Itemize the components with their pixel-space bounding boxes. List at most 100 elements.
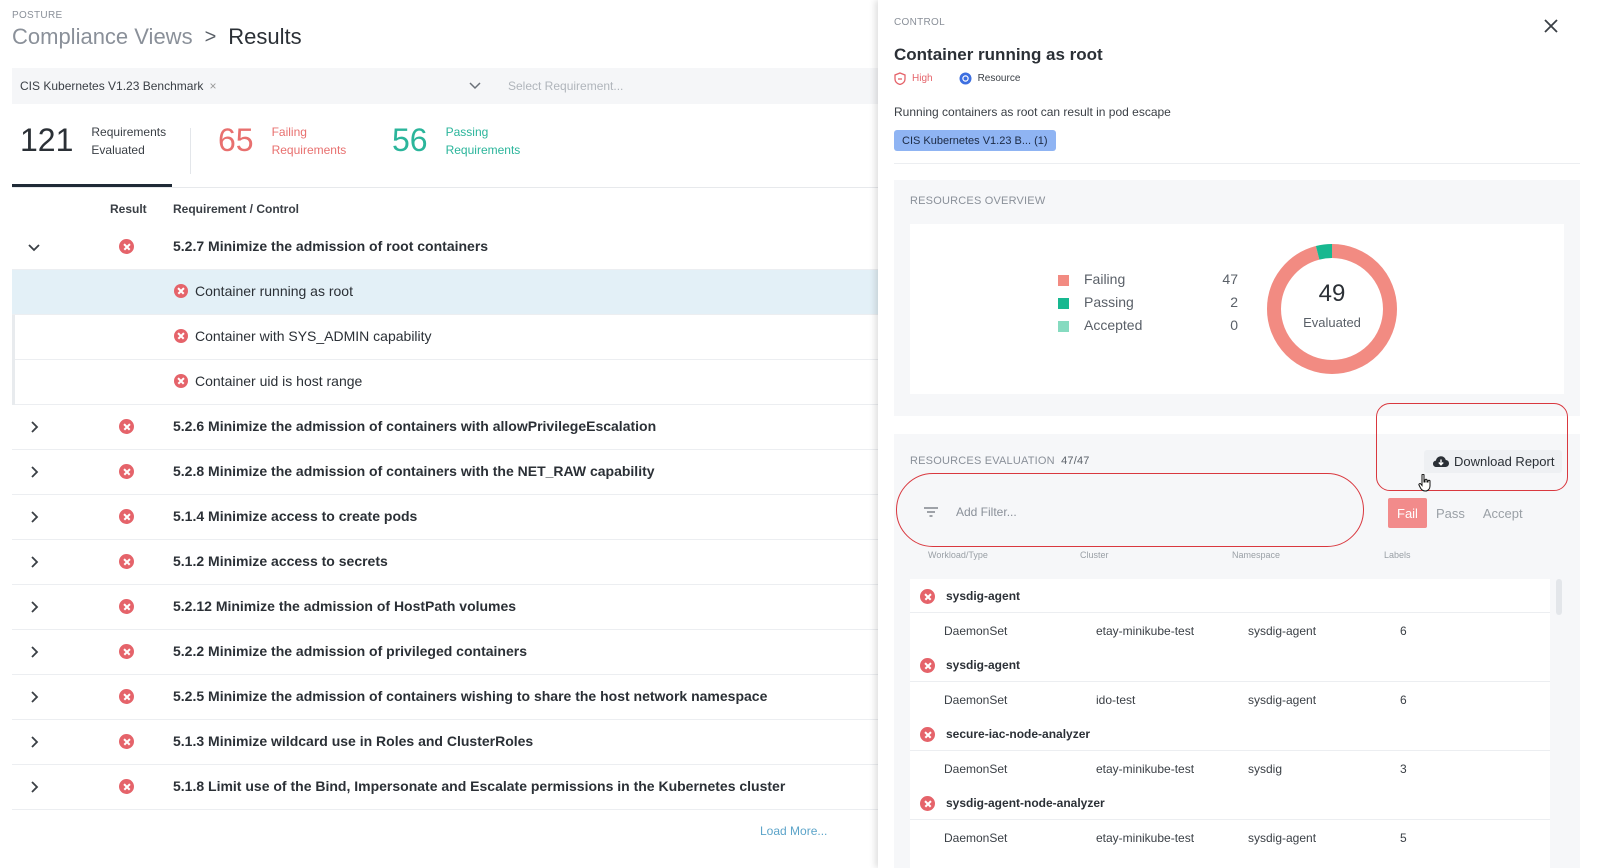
stats-divider [12, 187, 878, 188]
resources-evaluation-panel: RESOURCES EVALUATION 47/47 Download Repo… [894, 403, 1580, 868]
list-item-detail: DaemonSet etay-minikube-test sysdig-agen… [910, 613, 1550, 648]
fail-status-icon [174, 329, 188, 343]
requirement-label: 5.1.2 Minimize access to secrets [173, 553, 388, 569]
requirement-label: 5.2.8 Minimize the admission of containe… [173, 463, 655, 479]
legend-name: Accepted [1084, 317, 1143, 333]
legend-value: 2 [1230, 294, 1238, 310]
download-report-label: Download Report [1454, 454, 1555, 469]
evaluation-count: 47/47 [1061, 455, 1090, 467]
table-row[interactable]: 5.2.6 Minimize the admission of containe… [12, 405, 878, 450]
segment-accept[interactable]: Accept [1474, 498, 1532, 528]
requirement-label: 5.1.4 Minimize access to create pods [173, 508, 418, 524]
workload-type: DaemonSet [944, 693, 1008, 707]
type-label: Resource [977, 73, 1021, 84]
load-more-link[interactable]: Load More... [760, 824, 827, 838]
filter-icon [924, 507, 938, 517]
legend-item-accepted: Accepted 0 [1058, 316, 1238, 339]
chevron-right-icon[interactable] [26, 689, 42, 705]
chevron-right-icon[interactable] [26, 644, 42, 660]
stat-failing[interactable]: 65 Failing Requirements [218, 122, 346, 159]
evaluated-label-2: Evaluated [91, 142, 145, 157]
compliance-results-pane: POSTURE Compliance Views > Results CIS K… [0, 0, 878, 868]
remove-benchmark-icon[interactable]: × [209, 79, 216, 93]
stat-evaluated[interactable]: 121 Requirements Evaluated [20, 122, 166, 159]
table-header: Result Requirement / Control [12, 196, 878, 224]
table-row-child-selected[interactable]: Container running as root [12, 270, 878, 315]
table-row[interactable]: 5.2.12 Minimize the admission of HostPat… [12, 585, 878, 630]
legend-swatch [1058, 298, 1069, 309]
resources-overview-panel: RESOURCES OVERVIEW Failing 47 Passing 2 … [894, 180, 1580, 416]
table-row[interactable]: 5.1.2 Minimize access to secrets [12, 540, 878, 585]
segment-pass[interactable]: Pass [1427, 498, 1474, 528]
download-report-button[interactable]: Download Report [1424, 450, 1563, 473]
child-rail [12, 315, 15, 360]
list-scrollbar[interactable] [1556, 579, 1562, 615]
filter-bar: CIS Kubernetes V1.23 Benchmark × Select … [12, 68, 878, 104]
fail-status-icon [119, 734, 134, 749]
evaluation-list: sysdig-agent DaemonSet etay-minikube-tes… [910, 579, 1550, 868]
col-workload-type: Workload/Type [928, 550, 988, 560]
chevron-down-icon[interactable] [468, 78, 482, 92]
chevron-right-icon[interactable] [26, 734, 42, 750]
fail-status-icon [920, 727, 935, 742]
drawer-divider [894, 163, 1580, 164]
benchmark-chip[interactable]: CIS Kubernetes V1.23 B... (1) [894, 130, 1056, 151]
breadcrumb-separator: > [204, 25, 217, 48]
list-item[interactable]: sysdig-agent [910, 579, 1550, 613]
table-row[interactable]: 5.2.7 Minimize the admission of root con… [12, 225, 878, 270]
table-row[interactable]: 5.1.8 Limit use of the Bind, Impersonate… [12, 765, 878, 810]
fail-status-icon [119, 509, 134, 524]
requirement-label: 5.2.5 Minimize the admission of containe… [173, 688, 768, 704]
evaluation-title-text: RESOURCES EVALUATION [910, 455, 1055, 467]
legend-value: 0 [1230, 317, 1238, 333]
stat-divider [190, 128, 191, 174]
requirement-label: 5.1.3 Minimize wildcard use in Roles and… [173, 733, 534, 749]
table-row[interactable]: 5.2.5 Minimize the admission of containe… [12, 675, 878, 720]
workload-labels: 6 [1400, 624, 1407, 638]
shield-icon [894, 72, 906, 85]
result-segmented-control: Fail Pass Accept [1388, 498, 1532, 528]
mouse-pointer-icon [1418, 474, 1431, 492]
chevron-right-icon[interactable] [26, 779, 42, 795]
chevron-right-icon[interactable] [26, 509, 42, 525]
chevron-right-icon[interactable] [26, 554, 42, 570]
drawer-eyebrow: CONTROL [894, 17, 945, 28]
fail-status-icon [119, 554, 134, 569]
donut-total-label: Evaluated [1303, 315, 1361, 330]
chevron-right-icon[interactable] [26, 599, 42, 615]
severity-badge: High [894, 72, 933, 85]
close-icon[interactable] [1542, 17, 1560, 35]
workload-namespace: sysdig [1248, 762, 1283, 776]
col-namespace: Namespace [1232, 550, 1281, 560]
passing-label-2: Requirements [445, 142, 521, 157]
segment-fail[interactable]: Fail [1388, 498, 1427, 528]
severity-label: High [912, 73, 933, 84]
add-filter-input[interactable]: Add Filter... [904, 492, 1354, 532]
table-row[interactable]: 5.2.2 Minimize the admission of privileg… [12, 630, 878, 675]
workload-cluster: etay-minikube-test [1096, 831, 1195, 845]
requirement-select[interactable]: Select Requirement... [498, 68, 878, 104]
list-item[interactable]: sysdig-agent [910, 648, 1550, 682]
requirement-label: 5.2.12 Minimize the admission of HostPat… [173, 598, 517, 614]
benchmark-select[interactable]: CIS Kubernetes V1.23 Benchmark × [12, 68, 492, 104]
breadcrumb-compliance-views[interactable]: Compliance Views [12, 24, 193, 50]
resource-icon [959, 72, 972, 85]
chevron-right-icon[interactable] [26, 464, 42, 480]
breadcrumb-results: Results [228, 24, 302, 49]
table-row[interactable]: 5.1.3 Minimize wildcard use in Roles and… [12, 720, 878, 765]
list-item[interactable]: sysdig-agent-node-analyzer [910, 786, 1550, 820]
workload-cluster: etay-minikube-test [1096, 762, 1195, 776]
workload-name: sysdig-agent [946, 658, 1021, 672]
chevron-right-icon[interactable] [26, 419, 42, 435]
chevron-down-icon[interactable] [26, 239, 42, 255]
list-item[interactable]: secure-iac-node-analyzer [910, 717, 1550, 751]
table-row-child[interactable]: Container uid is host range [12, 360, 878, 405]
control-badges: High Resource [894, 72, 1020, 85]
workload-cluster: etay-minikube-test [1096, 624, 1195, 638]
table-row-child[interactable]: Container with SYS_ADMIN capability [12, 315, 878, 360]
table-row[interactable]: 5.2.8 Minimize the admission of containe… [12, 450, 878, 495]
legend-item-passing: Passing 2 [1058, 293, 1238, 316]
control-label: Container uid is host range [195, 373, 363, 389]
stat-passing[interactable]: 56 Passing Requirements [392, 122, 520, 159]
table-row[interactable]: 5.1.4 Minimize access to create pods [12, 495, 878, 540]
